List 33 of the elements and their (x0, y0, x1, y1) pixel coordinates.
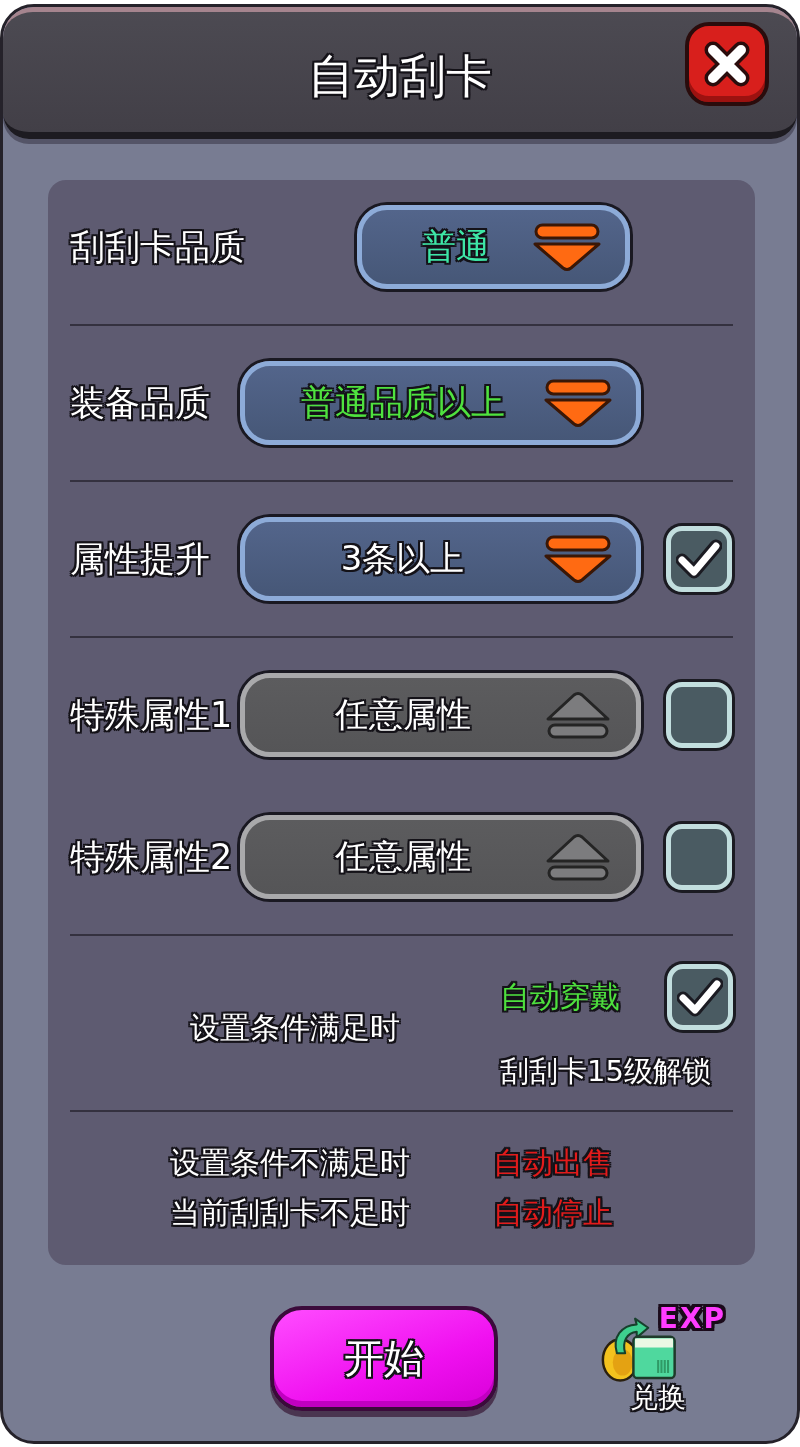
setting-label: 装备品质 (70, 381, 210, 425)
close-button[interactable] (685, 22, 769, 106)
dropdown-value: 3条以上 (340, 537, 465, 580)
action-label: 自动停止 (493, 1194, 613, 1232)
dropdown-value: 普通 (421, 225, 490, 268)
close-icon (702, 39, 752, 89)
action-label: 自动出售 (493, 1144, 613, 1182)
dropdown-value: 普通品质以上 (300, 381, 505, 424)
check-icon (677, 977, 723, 1017)
setting-label: 特殊属性2 (70, 835, 233, 879)
condition-text: 设置条件满足时 (190, 1008, 400, 1047)
checkbox[interactable] (666, 526, 732, 592)
caret-down-icon (542, 534, 614, 584)
setting-label: 刮刮卡品质 (70, 225, 245, 269)
checkbox[interactable] (667, 964, 733, 1030)
dropdown[interactable]: 3条以上 (240, 517, 641, 601)
unlock-note: 刮刮卡15级解锁 (500, 1053, 711, 1090)
auto-equip-label: 自动穿戴 (500, 977, 620, 1016)
dropdown[interactable]: 普通品质以上 (240, 361, 641, 445)
dropdown-value: 任意属性 (334, 835, 471, 878)
condition-text: 当前刮刮卡不足时 (170, 1194, 410, 1232)
exchange-button[interactable]: EXP 兑换 (600, 1299, 728, 1417)
caret-down-icon (531, 222, 603, 272)
setting-label: 特殊属性1 (70, 693, 233, 737)
exchange-label: 兑换 (630, 1380, 686, 1416)
setting-label: 属性提升 (70, 537, 210, 581)
dropdown-value: 任意属性 (334, 693, 471, 736)
condition-text: 设置条件不满足时 (170, 1144, 410, 1182)
window-title: 自动刮卡 (308, 48, 492, 105)
check-icon (676, 539, 722, 579)
dropdown[interactable]: 普通 (357, 205, 630, 289)
exp-label: EXP (658, 1302, 726, 1335)
caret-down-icon (542, 378, 614, 428)
